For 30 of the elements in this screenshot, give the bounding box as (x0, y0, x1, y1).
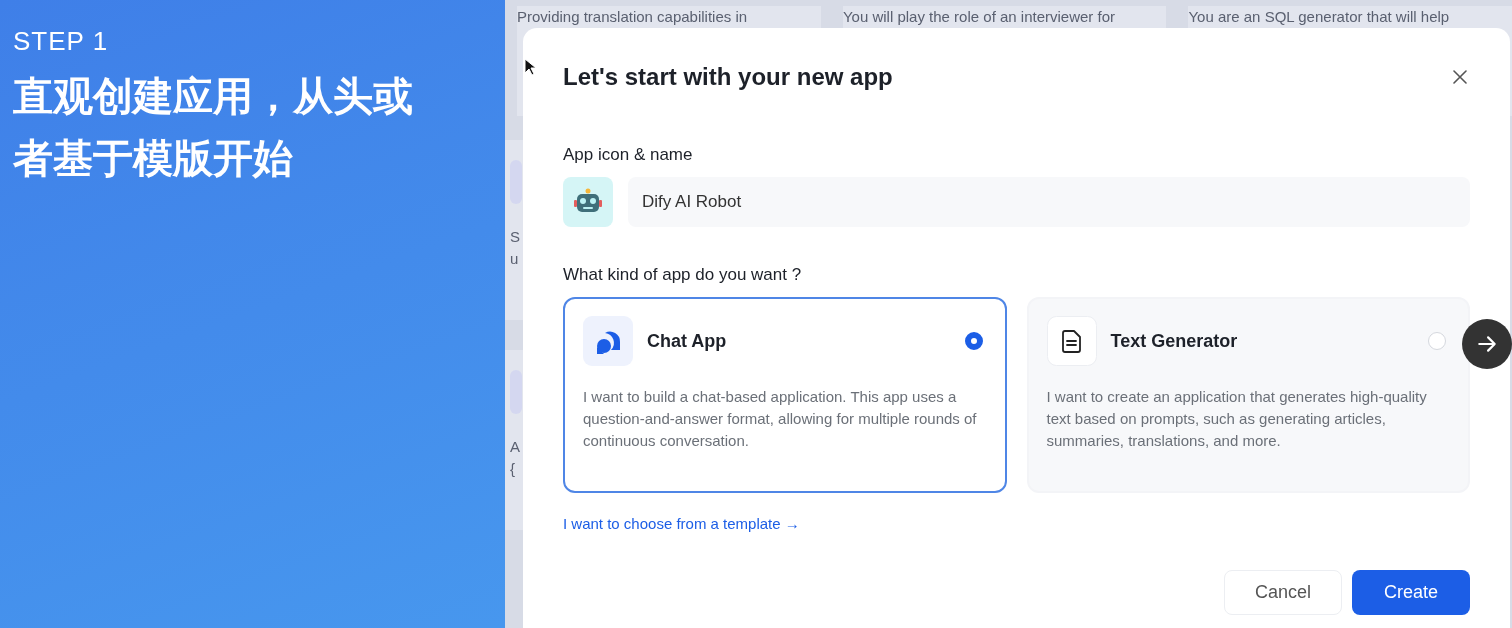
document-icon (1046, 316, 1097, 366)
dialog-title: Let's start with your new app (563, 63, 893, 91)
card-icon (510, 370, 522, 414)
step-label: STEP 1 (13, 26, 110, 57)
app-type-card[interactable]: Chat App I want to build a chat-based application. This app uses a question-and-answer format, allowing for multiple rounds of continuous conversation. (563, 297, 1007, 493)
cancel-button[interactable]: Cancel (1223, 570, 1342, 615)
chat-bubbles-icon (583, 316, 633, 366)
field-label: App icon & name (563, 145, 694, 165)
arrow-right-icon (1476, 333, 1498, 355)
app-type-card[interactable]: Text Generator I want to create an application that generates high-quality text based on prompts, such as generating articles, summaries, translations, and more. (1026, 297, 1470, 493)
radio-button[interactable] (964, 332, 983, 350)
robot-icon[interactable] (563, 177, 613, 227)
card-text: u (510, 249, 520, 269)
card-text: A (510, 437, 521, 457)
card-text: You will play the role of an interviewer for (842, 7, 1116, 27)
option-title: Chat App (647, 330, 728, 352)
option-description: I want to create an application that generates high-quality text based on prompts, such as generating articles, summaries, translations, and more. (1046, 387, 1428, 451)
card-text: { (510, 459, 516, 479)
card-text: S (510, 227, 521, 247)
card-text: Providing translation capabilities in (517, 7, 749, 27)
option-description: I want to build a chat-based application. This app uses a question-and-answer format, allowing for multiple rounds of continuous conversation. (583, 387, 978, 451)
app-name-field[interactable]: Dify AI Robot (628, 177, 1470, 227)
question-label: What kind of app do you want ? (563, 265, 803, 285)
template-link[interactable]: I want to choose from a template → (563, 515, 800, 532)
create-button[interactable]: Create (1352, 570, 1470, 615)
card-icon (510, 160, 522, 204)
card-text: You are an SQL generator that will help (1188, 7, 1451, 27)
option-title: Text Generator (1110, 330, 1239, 352)
slide-headline: 直观创建应用，从头或者基于模版开始 (13, 72, 414, 183)
close-icon[interactable] (1453, 70, 1467, 84)
